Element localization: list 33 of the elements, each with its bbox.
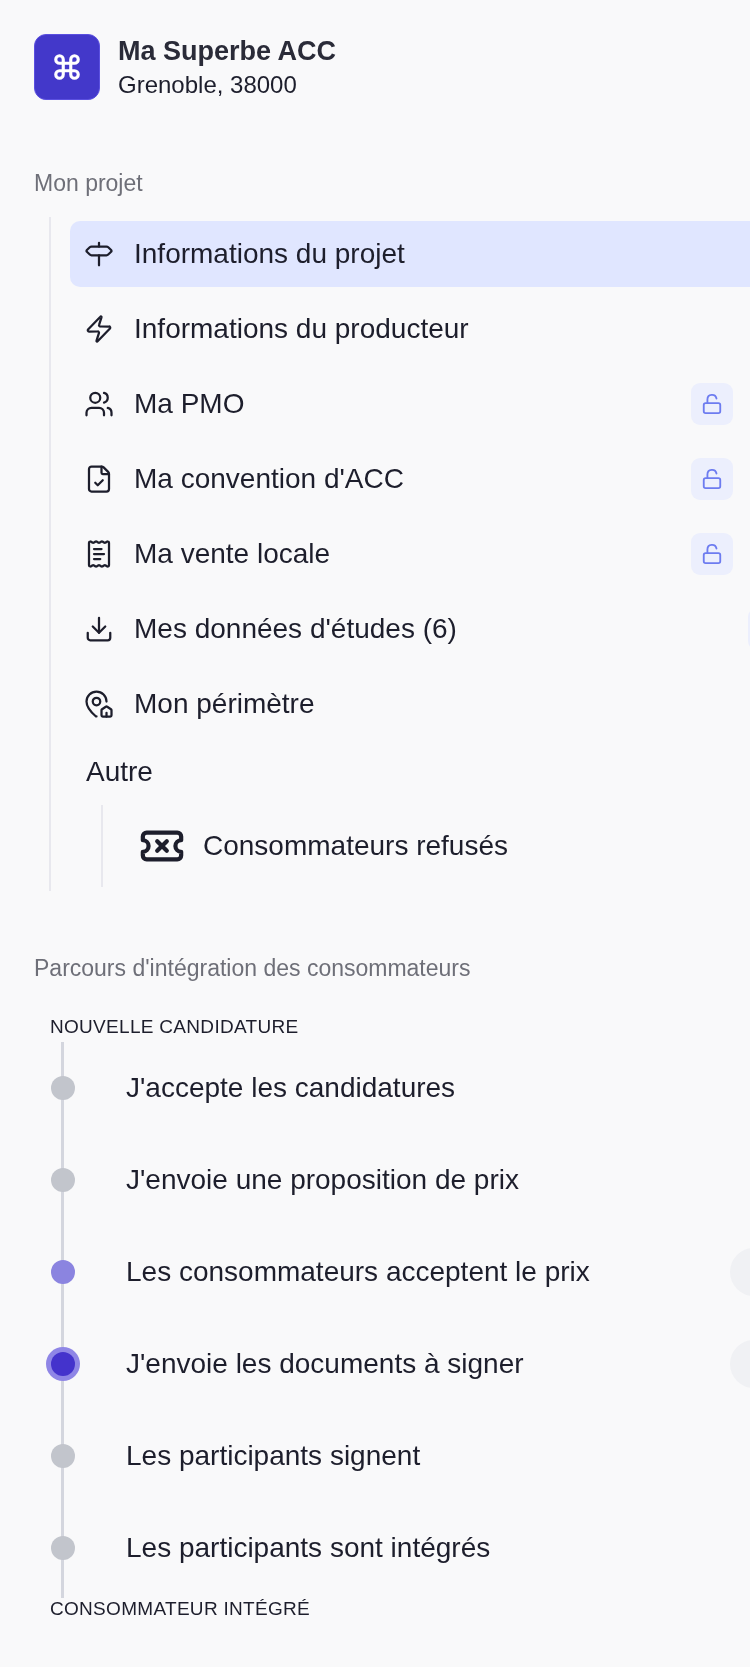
section-title: Mon projet	[34, 170, 144, 197]
unlock-button[interactable]	[691, 458, 733, 500]
nav-item[interactable]: Ma vente locale	[70, 521, 750, 587]
users-icon	[84, 389, 114, 419]
nav-item[interactable]: Mes données d'études (6)	[70, 596, 750, 662]
nav-item[interactable]: Mon périmètre	[70, 671, 750, 737]
step-label: J'envoie une proposition de prix	[126, 1164, 520, 1196]
open-lock-icon	[701, 468, 723, 490]
step-label: J'envoie les documents à signer	[126, 1348, 525, 1380]
step-label: J'accepte les candidatures	[126, 1072, 457, 1104]
unlock-button[interactable]	[691, 533, 733, 575]
nav-item[interactable]: Ma convention d'ACC	[70, 446, 750, 512]
command-icon	[52, 52, 82, 82]
step-label: Les participants sont intégrés	[126, 1532, 492, 1564]
step-label: Les consommateurs acceptent le prix	[126, 1256, 591, 1288]
open-lock-icon	[701, 543, 723, 565]
nav-item[interactable]: Consommateurs refusés	[139, 813, 750, 879]
project-name: Ma Superbe ACC	[118, 35, 337, 67]
unlock-button[interactable]	[691, 383, 733, 425]
nav-item[interactable]: Informations du projet	[70, 221, 750, 287]
map-pin-house-icon	[84, 689, 114, 719]
milestone-label: CONSOMMATEUR INTÉGRÉ	[50, 1598, 312, 1620]
nav-item[interactable]: Ma PMO	[70, 371, 750, 437]
group-title: Autre	[85, 755, 154, 789]
download-icon	[84, 614, 114, 644]
open-lock-icon	[701, 393, 723, 415]
project-location: Grenoble, 38000	[118, 70, 298, 99]
section-title: Parcours d'intégration des consommateurs	[34, 955, 472, 982]
milestone-label: NOUVELLE CANDIDATURE	[50, 1016, 300, 1038]
signpost-icon	[84, 239, 114, 269]
nav-item[interactable]: Informations du producteur	[70, 296, 750, 362]
step-label: Les participants signent	[126, 1440, 422, 1472]
lightning-icon	[84, 314, 114, 344]
